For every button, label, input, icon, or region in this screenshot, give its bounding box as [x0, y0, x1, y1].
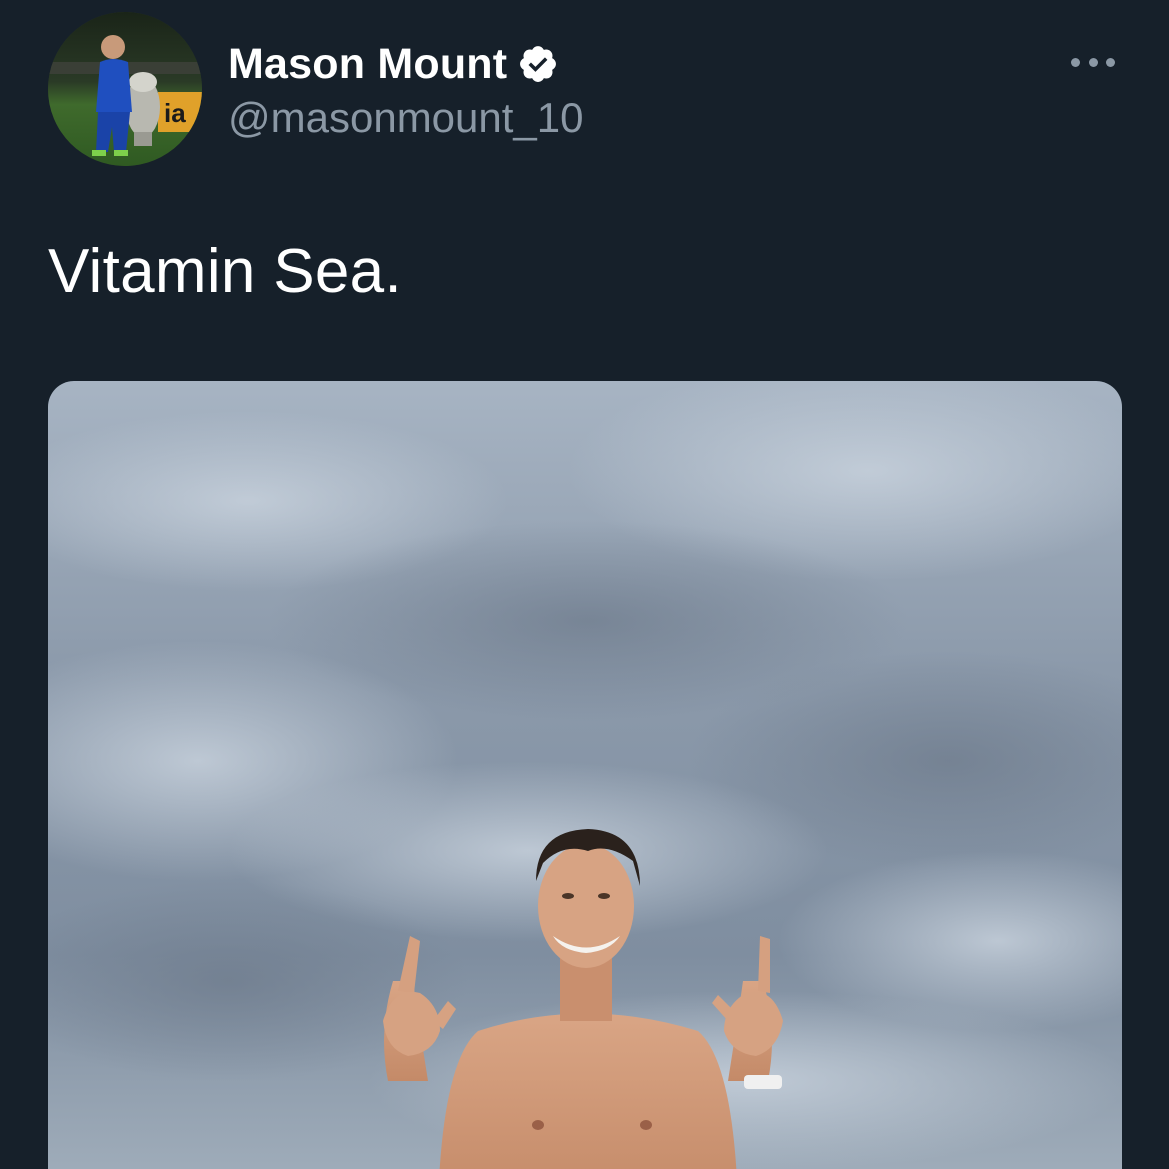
- photo-icon: [48, 381, 1122, 1169]
- verified-badge-icon: [517, 43, 559, 85]
- svg-text:ia: ia: [164, 98, 186, 128]
- name-row: Mason Mount: [228, 36, 584, 92]
- author-info: Mason Mount @masonmount_10: [228, 36, 584, 142]
- tweet-card: ia Mason Mount @masonmount_10 Vitamin Se…: [0, 0, 1169, 1169]
- more-options-icon[interactable]: [1071, 50, 1115, 74]
- avatar-photo-icon: ia: [48, 12, 202, 166]
- author-display-name[interactable]: Mason Mount: [228, 40, 507, 89]
- more-dot: [1088, 57, 1098, 67]
- more-dot: [1071, 57, 1080, 67]
- author-handle[interactable]: @masonmount_10: [228, 94, 584, 142]
- tweet-media-photo[interactable]: [48, 381, 1122, 1169]
- more-dot: [1106, 57, 1115, 67]
- tweet-text: Vitamin Sea.: [48, 237, 402, 306]
- author-avatar[interactable]: ia: [48, 12, 202, 166]
